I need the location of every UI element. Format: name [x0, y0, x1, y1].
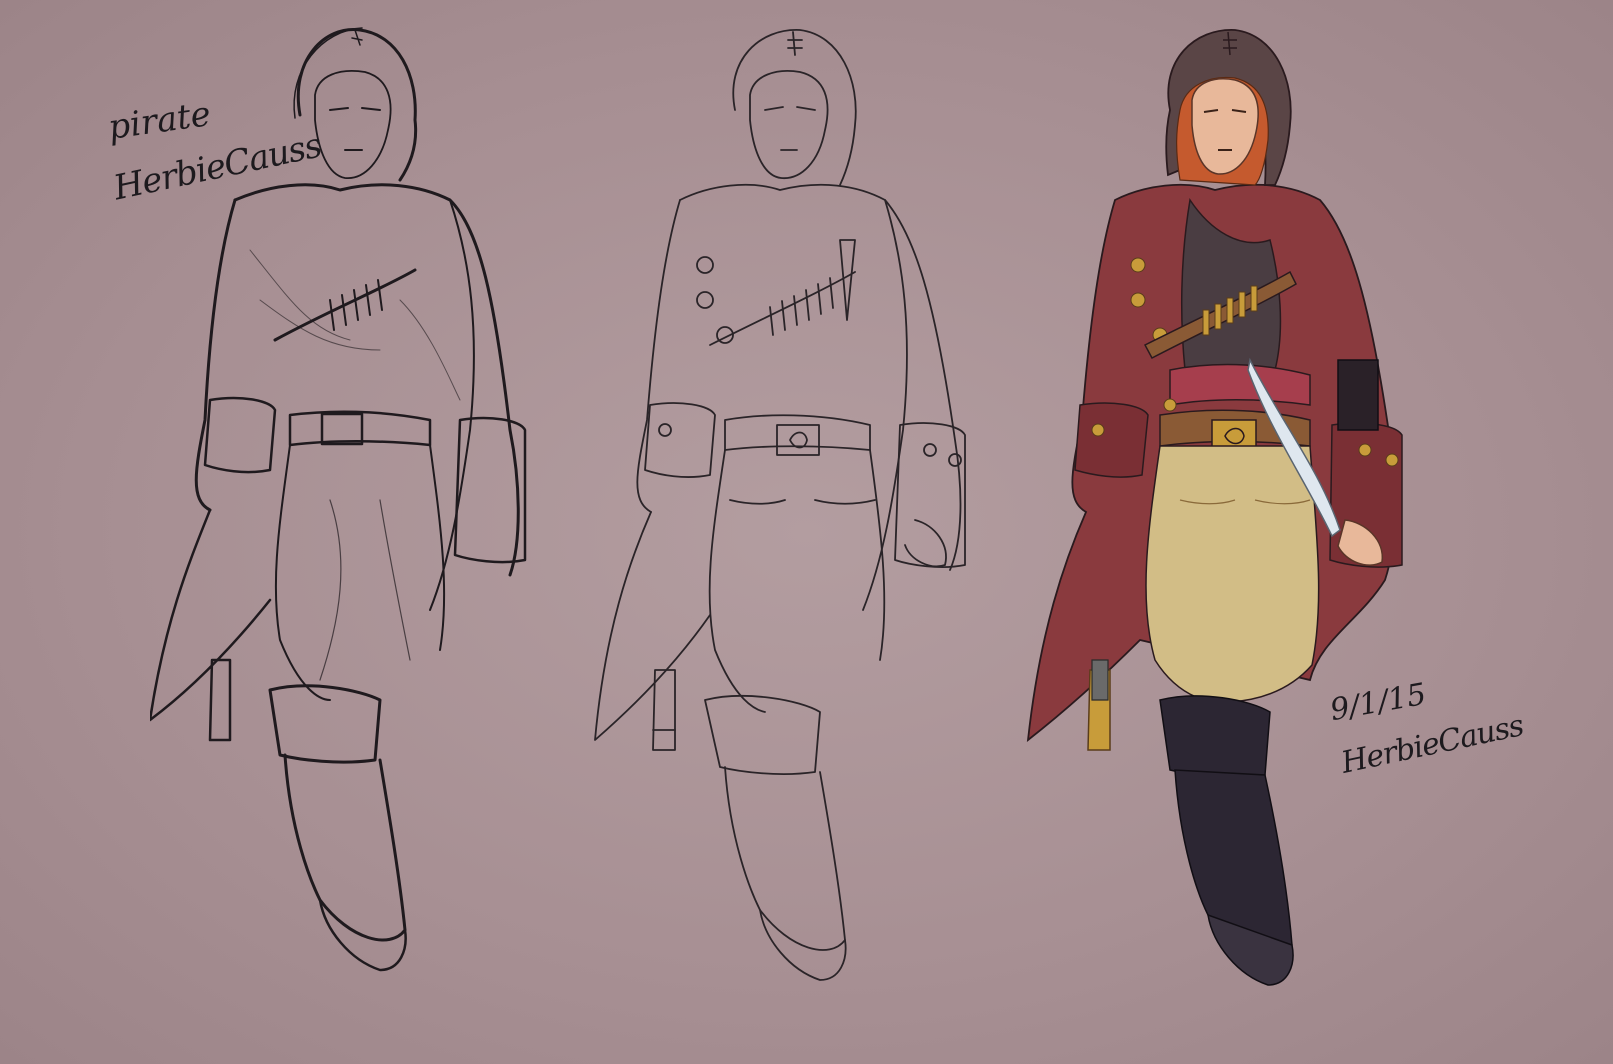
lineart-figure [594, 29, 966, 981]
artwork-canvas: pirate HerbieCauss 9/1/15 HerbieCauss [0, 0, 1613, 1064]
color-figure [1026, 29, 1403, 986]
